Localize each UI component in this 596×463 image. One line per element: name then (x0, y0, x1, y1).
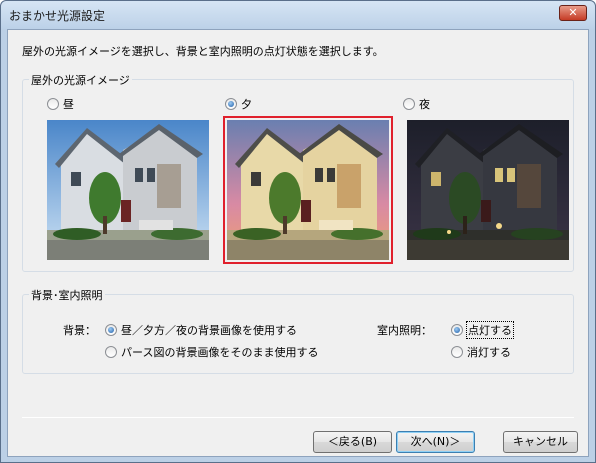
window-title: おまかせ光源設定 (9, 9, 106, 23)
light-group-label: 屋外の光源イメージ (29, 72, 132, 88)
radio-night[interactable]: 夜 (403, 96, 430, 112)
dialog-window: おまかせ光源設定 ✕ 屋外の光源イメージを選択し、背景と室内照明の点灯状態を選択… (0, 0, 596, 463)
light-image-group: 屋外の光源イメージ 昼 夕 夜 (22, 72, 574, 272)
radio-night-label: 夜 (419, 98, 430, 111)
close-button[interactable]: ✕ (559, 5, 587, 21)
radio-bg-time-indicator[interactable] (105, 324, 117, 336)
radio-evening-label: 夕 (241, 98, 252, 111)
interior-lighting-label: 室内照明： (377, 324, 432, 337)
radio-day[interactable]: 昼 (47, 96, 74, 112)
background-label: 背景： (63, 324, 96, 337)
close-icon: ✕ (568, 6, 578, 19)
radio-evening-indicator[interactable] (225, 98, 237, 110)
cancel-button[interactable]: キャンセル (503, 431, 578, 453)
radio-day-indicator[interactable] (47, 98, 59, 110)
footer-separator (22, 417, 574, 418)
title-bar[interactable]: おまかせ光源設定 ✕ (1, 1, 595, 29)
instruction-text: 屋外の光源イメージを選択し、背景と室内照明の点灯状態を選択します。 (22, 45, 384, 58)
evening-house-image[interactable] (223, 116, 393, 264)
radio-night-indicator[interactable] (403, 98, 415, 110)
radio-light-off[interactable]: 消灯する (451, 344, 511, 360)
radio-bg-perspective-indicator[interactable] (105, 346, 117, 358)
dialog-body: 屋外の光源イメージを選択し、背景と室内照明の点灯状態を選択します。 屋外の光源イ… (7, 29, 589, 457)
radio-evening[interactable]: 夕 (225, 96, 252, 112)
night-house-image[interactable] (407, 120, 569, 260)
background-lighting-group: 背景･室内照明 背景： 昼／夕方／夜の背景画像を使用する パース図の背景画像をそ… (22, 287, 574, 374)
radio-bg-perspective[interactable]: パース図の背景画像をそのまま使用する (105, 344, 318, 360)
next-button[interactable]: 次へ(N)＞ (396, 431, 475, 453)
back-button[interactable]: ＜戻る(B) (313, 431, 392, 453)
radio-light-on-indicator[interactable] (451, 324, 463, 336)
radio-light-on[interactable]: 点灯する (451, 321, 514, 339)
radio-bg-time-label: 昼／夕方／夜の背景画像を使用する (121, 324, 297, 337)
radio-light-off-indicator[interactable] (451, 346, 463, 358)
bg-group-label: 背景･室内照明 (29, 287, 105, 303)
radio-day-label: 昼 (63, 98, 74, 111)
radio-light-off-label: 消灯する (467, 346, 511, 359)
radio-light-on-label: 点灯する (466, 321, 514, 339)
radio-bg-time-images[interactable]: 昼／夕方／夜の背景画像を使用する (105, 322, 297, 338)
radio-bg-perspective-label: パース図の背景画像をそのまま使用する (121, 346, 319, 359)
day-house-image[interactable] (47, 120, 209, 260)
